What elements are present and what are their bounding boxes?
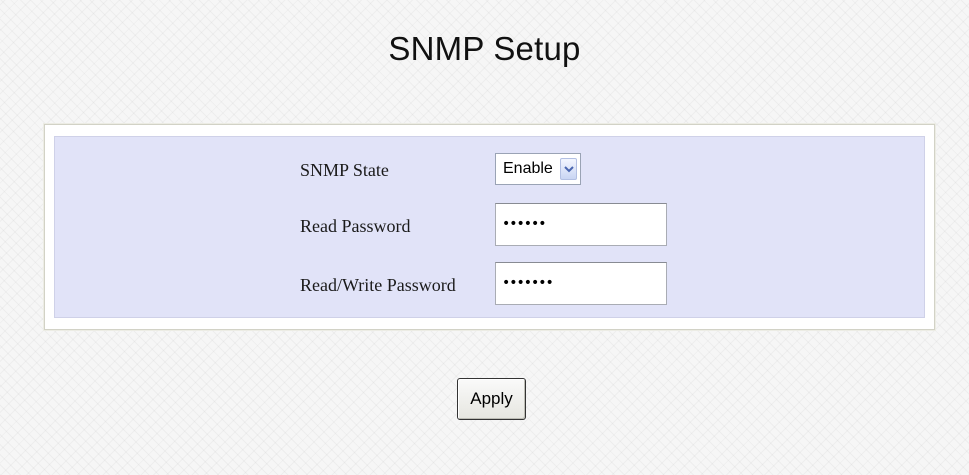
snmp-state-label: SNMP State [300,160,389,180]
read-password-value: •••••• [502,216,547,232]
chevron-down-icon [564,166,574,173]
page-title: SNMP Setup [388,30,581,67]
snmp-state-selected-value: Enable [503,160,553,177]
dropdown-arrow-button[interactable] [560,158,577,180]
read-write-password-field[interactable]: ••••••• [495,262,667,305]
snmp-state-select[interactable]: Enable [495,153,581,185]
read-password-label: Read Password [300,216,411,236]
read-write-password-label: Read/Write Password [300,275,456,295]
settings-panel-body [54,136,925,318]
settings-panel [44,124,935,330]
read-password-field[interactable]: •••••• [495,203,667,246]
read-write-password-value: ••••••• [502,275,554,291]
apply-button[interactable]: Apply [457,378,526,420]
